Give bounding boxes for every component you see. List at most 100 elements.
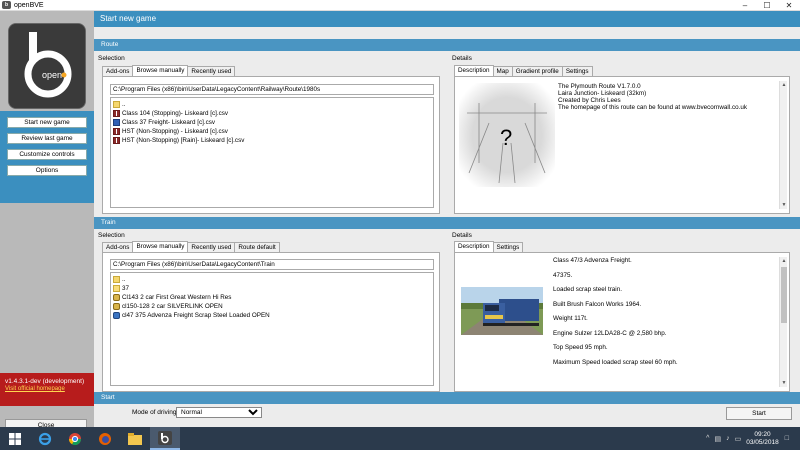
page-title: Start new game [94, 11, 800, 27]
route-file-list[interactable]: .. Class 104 (Stopping)- Liskeard [c].cs… [110, 97, 434, 208]
internet-explorer-icon[interactable] [30, 427, 60, 450]
mode-of-driving-label: Mode of driving: [132, 409, 179, 416]
scroll-down-icon[interactable]: ▼ [780, 379, 788, 387]
route-selection-tabs: Add-ons Browse manually Recently used [102, 65, 236, 76]
tab-route-addons[interactable]: Add-ons [102, 66, 134, 76]
chevron-up-icon[interactable]: ^ [706, 435, 709, 442]
route-section-header: Route [94, 39, 800, 51]
tab-route-settings[interactable]: Settings [561, 66, 593, 76]
scroll-up-icon[interactable]: ▲ [780, 81, 788, 89]
route-selection-label: Selection [98, 55, 125, 62]
openbve-taskbar-icon[interactable] [150, 427, 180, 450]
tab-train-route-default[interactable]: Route default [234, 242, 280, 252]
train-file-list[interactable]: .. 37 Cl143 2 car First Great Western Hi… [110, 272, 434, 386]
tab-route-recently-used[interactable]: Recently used [187, 66, 236, 76]
file-explorer-icon[interactable] [120, 427, 150, 450]
version-panel: v1.4.3.1-dev (development) Visit officia… [0, 373, 94, 406]
customize-controls-button[interactable]: Customize controls [7, 149, 87, 160]
preview-placeholder: ? [500, 125, 512, 150]
volume-icon[interactable]: ♪ [726, 435, 730, 442]
tab-train-recently-used[interactable]: Recently used [187, 242, 236, 252]
list-item[interactable]: 37 [113, 284, 431, 293]
start-section-header: Start [94, 392, 800, 404]
logo-text: open [42, 70, 62, 80]
train-selection-panel: C:\Program Files (x86)\bin\UserData\Lega… [102, 252, 440, 392]
list-item[interactable]: .. [113, 275, 431, 284]
train-details-label: Details [452, 232, 472, 239]
mode-of-driving-select[interactable]: Normal [176, 407, 262, 418]
train-selection-tabs: Add-ons Browse manually Recently used Ro… [102, 241, 280, 252]
tab-train-addons[interactable]: Add-ons [102, 242, 134, 252]
scrollbar-thumb[interactable] [781, 267, 787, 323]
review-last-game-button[interactable]: Review last game [7, 133, 87, 144]
main-content: Start new game Route Selection Add-ons B… [94, 11, 800, 427]
route-details-panel: ? The Plymouth Route V1.7.0.0 Laira Junc… [454, 76, 790, 214]
route-description-scrollbar[interactable]: ▲ ▼ [779, 81, 787, 209]
train-icon [113, 303, 120, 310]
train-selection-label: Selection [98, 232, 125, 239]
train-path-field[interactable]: C:\Program Files (x86)\bin\UserData\Lega… [110, 259, 434, 270]
tab-train-description[interactable]: Description [454, 241, 494, 252]
route-file-icon [113, 128, 120, 135]
official-homepage-link[interactable]: Visit official homepage [5, 386, 89, 392]
list-item[interactable]: HST (Non-Stopping) - Liskeard [c].csv [113, 127, 431, 136]
openbve-app-icon: b [2, 1, 11, 9]
train-description: Class 47/3 Advenza Freight. 47375. Loade… [553, 257, 678, 366]
taskbar-clock[interactable]: 09:20 03/05/2018 [746, 431, 779, 447]
notifications-icon[interactable]: □ [785, 435, 789, 442]
tab-route-description[interactable]: Description [454, 65, 494, 76]
list-item[interactable]: cl47 375 Advenza Freight Scrap Steel Loa… [113, 311, 431, 320]
version-text: v1.4.3.1-dev (development) [5, 378, 85, 385]
scroll-up-icon[interactable]: ▲ [780, 257, 788, 265]
list-item[interactable]: HST (Non-Stopping) [Rain]- Liskeard [c].… [113, 136, 431, 145]
sidebar: open Start new game Review last game Cus… [0, 11, 94, 432]
tab-route-map[interactable]: Map [492, 66, 513, 76]
window-title: openBVE [14, 1, 44, 9]
train-details-panel: Class 47/3 Advenza Freight. 47375. Loade… [454, 252, 790, 392]
list-item[interactable]: Cl143 2 car First Great Western Hi Res [113, 293, 431, 302]
train-blue-icon [113, 312, 120, 319]
route-details-label: Details [452, 55, 472, 62]
sidebar-nav: Start new game Review last game Customiz… [0, 111, 94, 203]
tab-route-gradient-profile[interactable]: Gradient profile [511, 66, 563, 76]
maximize-button[interactable]: ☐ [756, 0, 778, 11]
route-details-tabs: Description Map Gradient profile Setting… [454, 65, 593, 76]
windows-start-icon[interactable] [0, 427, 30, 450]
tab-train-settings[interactable]: Settings [492, 242, 524, 252]
folder-up-icon [113, 101, 120, 108]
network-icon[interactable]: ▤ [714, 435, 721, 443]
chrome-icon[interactable] [60, 427, 90, 450]
train-description-scrollbar[interactable]: ▲ ▼ [779, 257, 787, 387]
list-item[interactable]: Class 37 Freight- Liskeard [c].csv [113, 118, 431, 127]
scroll-down-icon[interactable]: ▼ [780, 201, 788, 209]
train-preview-image [461, 287, 543, 335]
battery-icon[interactable]: ▭ [735, 435, 742, 443]
tab-train-browse-manually[interactable]: Browse manually [132, 241, 189, 252]
title-bar: b openBVE – ☐ ✕ [0, 0, 800, 11]
list-item[interactable]: .. [113, 100, 431, 109]
start-button[interactable]: Start [726, 407, 792, 420]
system-tray: ^ ▤ ♪ ▭ 09:20 03/05/2018 □ [706, 427, 794, 450]
route-selection-panel: C:\Program Files (x86)\bin\UserData\Lega… [102, 76, 440, 214]
logo-graphic: open [9, 24, 85, 108]
openbve-logo: open [8, 23, 86, 109]
train-section-header: Train [94, 217, 800, 229]
folder-icon [113, 285, 120, 292]
train-icon [113, 294, 120, 301]
firefox-icon[interactable] [90, 427, 120, 450]
options-button[interactable]: Options [7, 165, 87, 176]
taskbar: ^ ▤ ♪ ▭ 09:20 03/05/2018 □ [0, 427, 800, 450]
list-item[interactable]: Class 104 (Stopping)- Liskeard [c].csv [113, 109, 431, 118]
list-item[interactable]: cl150-128 2 car SILVERLINK OPEN [113, 302, 431, 311]
folder-up-icon [113, 276, 120, 283]
route-path-field[interactable]: C:\Program Files (x86)\bin\UserData\Lega… [110, 84, 434, 95]
route-file-icon [113, 119, 120, 126]
route-preview-image: ? [459, 83, 555, 187]
start-new-game-button[interactable]: Start new game [7, 117, 87, 128]
minimize-button[interactable]: – [734, 0, 756, 11]
close-window-button[interactable]: ✕ [778, 0, 800, 11]
route-file-icon [113, 110, 120, 117]
route-description: The Plymouth Route V1.7.0.0 Laira Juncti… [558, 83, 748, 111]
tab-route-browse-manually[interactable]: Browse manually [132, 65, 189, 76]
route-file-icon [113, 137, 120, 144]
